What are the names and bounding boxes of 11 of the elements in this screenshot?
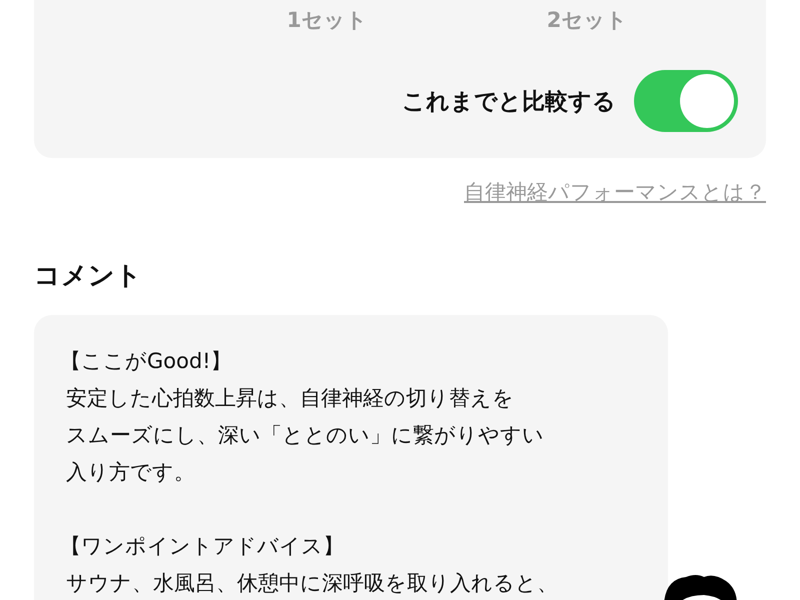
comment-text: 安定した心拍数上昇は、自律神経の切り替えを: [66, 385, 515, 412]
comment-text: サウナ、水風呂、休憩中に深呼吸を取り入れると、: [66, 570, 559, 597]
comment-heading: 【ワンポイントアドバイス】: [60, 533, 345, 560]
set-label: 2セット: [546, 7, 628, 34]
help-link[interactable]: 自律神経パフォーマンスとは？: [464, 178, 766, 206]
comment-text: 入り方です。: [66, 459, 196, 486]
compare-label: これまでと比較する: [402, 88, 616, 116]
comment-text: スムーズにし、深い「ととのい」に繋がりやすい: [66, 422, 545, 449]
set-label: 1セット: [286, 7, 368, 34]
section-title: コメント: [34, 260, 143, 293]
comment-heading: 【ここがGood!】: [60, 348, 233, 375]
